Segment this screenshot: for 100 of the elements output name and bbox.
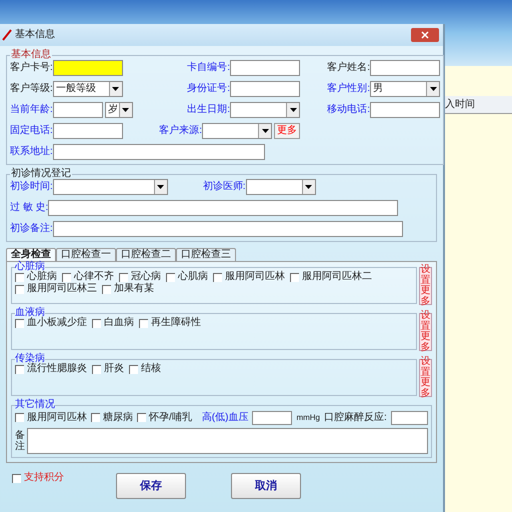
- checkbox-label: 服用阿司匹林三: [27, 284, 97, 294]
- field-label: 口腔麻醉反应:: [324, 412, 387, 422]
- field-label: 客户姓名:: [327, 63, 370, 73]
- group-title: 传染病: [15, 354, 45, 364]
- dropdown[interactable]: 岁: [104, 102, 133, 118]
- text-field[interactable]: [52, 221, 403, 237]
- field-label: 初诊备注:: [10, 224, 53, 234]
- field-label: 过 敏 史:: [10, 203, 48, 213]
- checkbox-label: 再生障碍性: [151, 318, 201, 328]
- column-header: 入时间: [445, 100, 475, 110]
- group-title: 初诊情况登记: [10, 169, 72, 179]
- group-title: 其它情况: [15, 400, 55, 410]
- checkbox-label: 心肌病: [178, 272, 208, 282]
- unit-label: mmHg: [296, 414, 320, 422]
- checkbox[interactable]: [62, 272, 71, 282]
- field-label: 客户等级:: [10, 84, 53, 94]
- checkbox[interactable]: [92, 364, 101, 374]
- dropdown-caret-icon: [302, 180, 315, 194]
- text-field[interactable]: [370, 60, 440, 76]
- checkbox-label: 服用阿司匹林二: [302, 272, 372, 282]
- field-label: 身份证号:: [187, 84, 230, 94]
- tab[interactable]: 口腔检查三: [176, 248, 236, 261]
- text-field[interactable]: [52, 102, 103, 118]
- field-label: 卡自编号:: [187, 63, 230, 73]
- field-label: 联系地址:: [10, 147, 53, 157]
- text-field[interactable]: [48, 200, 398, 216]
- checkbox-label: 冠心病: [131, 272, 161, 282]
- checkbox[interactable]: [15, 364, 24, 374]
- field-label: 出生日期:: [187, 105, 230, 115]
- field-label: 固定电话:: [10, 126, 53, 136]
- dropdown-caret-icon: [108, 82, 122, 96]
- field-label: 客户性别:: [327, 84, 370, 94]
- checkbox[interactable]: [15, 272, 24, 282]
- field-label: 初诊医师:: [202, 182, 246, 192]
- checkbox[interactable]: [102, 284, 111, 294]
- field-label: 备注: [15, 430, 25, 452]
- checkbox-label: 结核: [141, 364, 161, 374]
- dropdown-caret-icon: [258, 124, 271, 138]
- dropdown[interactable]: [246, 179, 316, 195]
- text-field[interactable]: [52, 144, 265, 160]
- more-button[interactable]: 更多: [274, 123, 300, 139]
- dropdown[interactable]: 一般等级: [52, 81, 123, 97]
- field-label: 当前年龄:: [10, 105, 53, 115]
- checkbox[interactable]: [12, 474, 21, 482]
- field-label: 移动电话:: [327, 105, 370, 115]
- checkbox[interactable]: [166, 272, 175, 282]
- dropdown-caret-icon: [154, 180, 167, 194]
- checkbox-label: 怀孕/哺乳: [149, 412, 192, 422]
- checkbox[interactable]: [129, 364, 138, 374]
- group-title: 基本信息: [10, 50, 52, 60]
- dropdown-caret-icon: [286, 103, 299, 117]
- tab[interactable]: 全身检查: [6, 248, 56, 261]
- field-label: 高(低)血压: [202, 412, 248, 422]
- checkbox-label: 心律不齐: [74, 272, 114, 282]
- text-field[interactable]: [390, 410, 428, 424]
- checkbox[interactable]: [119, 272, 128, 282]
- checkbox-label: 服用阿司匹林: [225, 272, 285, 282]
- text-field[interactable]: [230, 60, 300, 76]
- checkbox-label: 血小板减少症: [27, 318, 87, 328]
- checkbox[interactable]: [92, 318, 101, 328]
- group-title: 心脏病: [15, 262, 45, 272]
- field-label: 初诊时间:: [10, 182, 53, 192]
- checkbox[interactable]: [91, 413, 100, 422]
- dropdown[interactable]: [202, 123, 272, 139]
- close-icon: [421, 31, 429, 39]
- text-field[interactable]: [52, 123, 123, 139]
- dropdown[interactable]: 男: [370, 81, 440, 97]
- checkbox-label: 糖尿病: [103, 412, 133, 422]
- text-area[interactable]: [27, 428, 428, 454]
- tab[interactable]: 口腔检查一: [56, 248, 116, 261]
- dropdown[interactable]: [52, 179, 168, 195]
- checkbox-label: 支持积分: [24, 473, 64, 483]
- checkbox[interactable]: [15, 318, 24, 328]
- checkbox[interactable]: [15, 413, 24, 422]
- checkbox-label: 加果有某: [114, 284, 154, 294]
- cancel-button[interactable]: 取消: [231, 473, 301, 499]
- dropdown-caret-icon: [426, 82, 439, 96]
- checkbox[interactable]: [290, 272, 299, 282]
- checkbox-label: 流行性腮腺炎: [27, 364, 87, 374]
- checkbox-label: 心脏病: [27, 272, 57, 282]
- checkbox-label: 白血病: [104, 318, 134, 328]
- group-title: 血液病: [15, 308, 45, 318]
- dropdown[interactable]: [230, 102, 300, 118]
- text-field[interactable]: [252, 410, 292, 424]
- checkbox[interactable]: [213, 272, 222, 282]
- field-label: 客户卡号:: [10, 63, 53, 73]
- text-field[interactable]: [230, 81, 300, 97]
- save-button[interactable]: 保存: [116, 473, 186, 499]
- checkbox-label: 服用阿司匹林: [27, 412, 87, 422]
- text-field[interactable]: [52, 60, 123, 76]
- close-button[interactable]: [411, 28, 439, 42]
- checkbox[interactable]: [139, 318, 148, 328]
- text-field[interactable]: [370, 102, 440, 118]
- checkbox[interactable]: [137, 413, 146, 422]
- dropdown-caret-icon: [118, 103, 132, 117]
- window-title: 基本信息: [15, 30, 55, 40]
- field-label: 客户来源:: [159, 126, 202, 136]
- tab[interactable]: 口腔检查二: [116, 248, 176, 261]
- checkbox-label: 肝炎: [104, 364, 124, 374]
- checkbox[interactable]: [15, 284, 24, 294]
